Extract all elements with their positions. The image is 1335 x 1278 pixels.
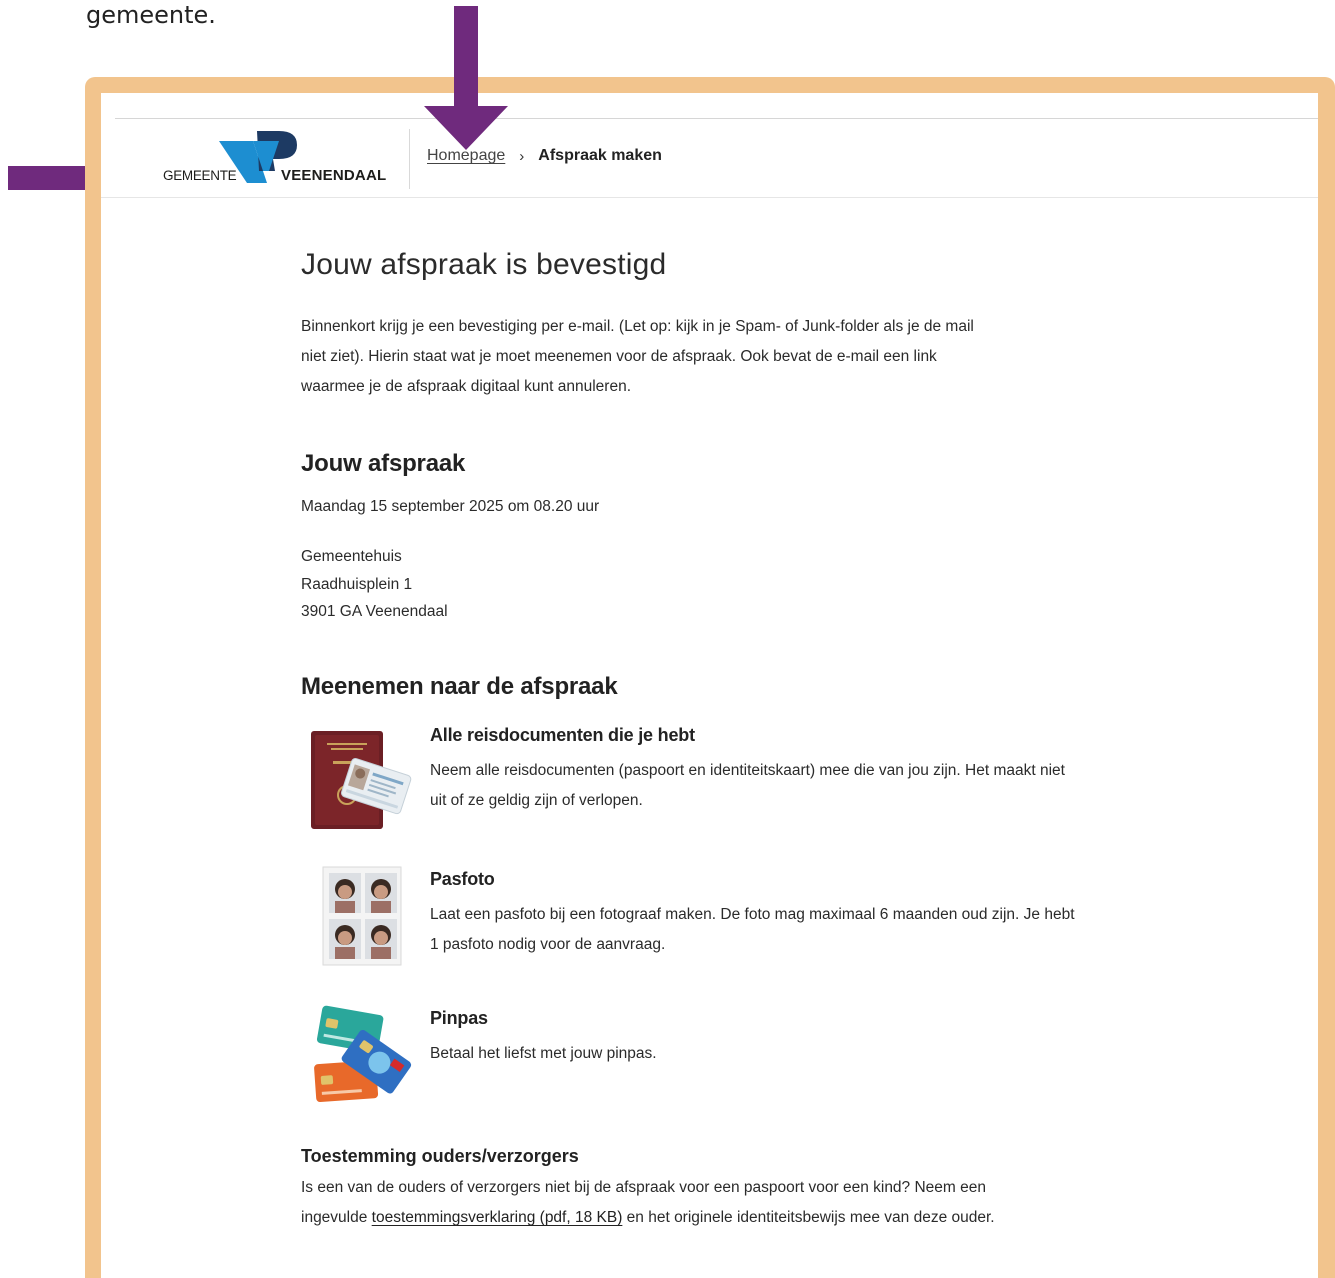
item-title: Pasfoto (430, 869, 495, 889)
bring-heading: Meenemen naar de afspraak (301, 673, 618, 700)
address-location: Gemeentehuis (301, 548, 402, 565)
consent-text: Is een van de ouders of verzorgers niet … (301, 1173, 1001, 1233)
gemeente-veenendaal-logo[interactable]: GEMEENTE VEENENDAAL (161, 131, 393, 187)
address-city: 3901 GA Veenendaal (301, 603, 448, 620)
appointment-date: Maandag 15 september 2025 om 08.20 uur (301, 498, 600, 515)
bring-item: Alle reisdocumenten die je hebt Neem all… (301, 725, 1081, 845)
item-title: Pinpas (430, 1008, 488, 1028)
header-separator (409, 129, 410, 189)
breadcrumb-chevron-icon: › (519, 147, 525, 165)
breadcrumb-current: Afspraak maken (538, 147, 662, 164)
consent-form-link[interactable]: toestemmingsverklaring (pdf, 18 KB) (372, 1209, 623, 1226)
confirmation-text: Binnenkort krijg je een bevestiging per … (301, 318, 974, 395)
site-header: GEMEENTE VEENENDAAL Homepage › Afspraak … (101, 119, 1318, 198)
passport-photos-image (322, 866, 402, 966)
item-description: Neem alle reisdocumenten (paspoort en id… (430, 762, 1065, 809)
consent-text-after: en het originele identiteitsbewijs mee v… (622, 1209, 995, 1226)
bring-item: Pasfoto Laat een pasfoto bij een fotogra… (301, 866, 1081, 979)
intro-text: gemeente. (86, 1, 216, 29)
appointment-address: Gemeentehuis Raadhuisplein 1 3901 GA Vee… (301, 543, 448, 626)
page-title: Jouw afspraak is bevestigd (301, 248, 667, 281)
appointment-heading: Jouw afspraak (301, 450, 466, 477)
bank-cards-image (314, 1005, 412, 1103)
consent-heading: Toestemming ouders/verzorgers (301, 1146, 579, 1166)
item-description: Betaal het liefst met jouw pinpas. (430, 1045, 657, 1062)
bring-item: Pinpas Betaal het liefst met jouw pinpas… (301, 1005, 1081, 1118)
address-street: Raadhuisplein 1 (301, 575, 413, 593)
passport-id-image (311, 731, 412, 829)
item-title: Alle reisdocumenten die je hebt (430, 725, 695, 745)
logo-veenendaal-text: VEENENDAAL (281, 167, 387, 184)
website-screenshot: GEMEENTE VEENENDAAL Homepage › Afspraak … (101, 93, 1318, 1278)
item-description: Laat een pasfoto bij een fotograaf maken… (430, 906, 1075, 953)
down-pointer-arrow-icon (424, 6, 508, 150)
